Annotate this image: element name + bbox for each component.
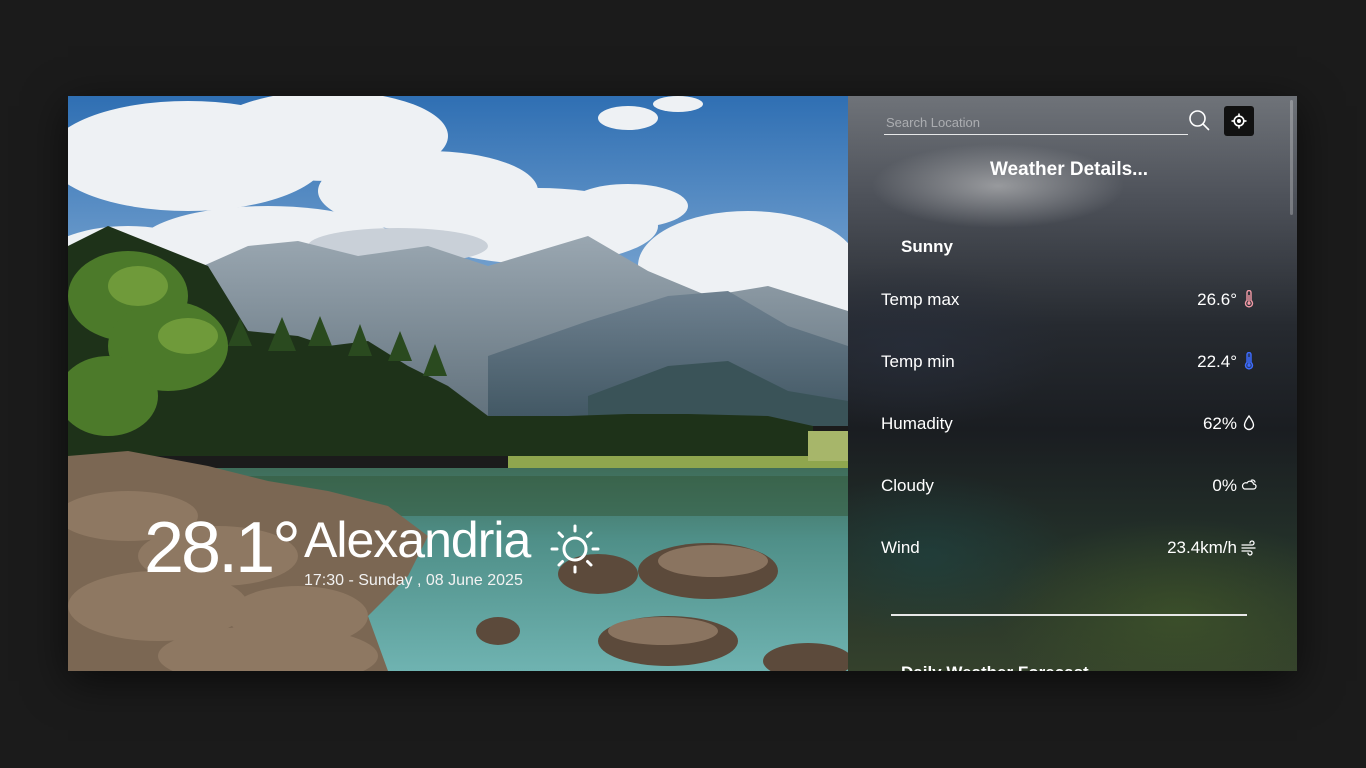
detail-value: 0%	[1212, 476, 1237, 495]
detail-row-wind: Wind 23.4km/h	[881, 536, 1257, 560]
detail-label: Humadity	[881, 414, 953, 433]
search-button[interactable]	[1188, 109, 1210, 131]
search-icon	[1189, 110, 1210, 131]
detail-value: 62%	[1202, 414, 1237, 433]
detail-label: Temp min	[881, 352, 955, 371]
current-temperature: 28.1°	[144, 508, 301, 588]
detail-label: Cloudy	[881, 476, 934, 495]
city-name: Alexandria	[304, 512, 531, 568]
background-landscape-image: 28.1° Alexandria 17:30 - Sunday , 08 Jun…	[68, 96, 848, 671]
weather-details-panel: Weather Details... Sunny Temp max 26.6° …	[848, 96, 1297, 671]
thermometer-hot-icon	[1244, 290, 1254, 308]
detail-row-cloudy: Cloudy 0%	[881, 474, 1257, 498]
search-location-input[interactable]	[884, 110, 1188, 135]
thermometer-cold-icon	[1244, 352, 1254, 370]
panel-scrollbar[interactable]	[1290, 100, 1293, 215]
detail-label: Wind	[881, 538, 920, 557]
current-weather: 28.1° Alexandria 17:30 - Sunday , 08 Jun…	[144, 506, 704, 606]
detail-value: 22.4°	[1197, 352, 1237, 371]
cloud-sun-icon	[1241, 479, 1257, 490]
section-divider	[891, 614, 1247, 616]
daily-forecast-title: Daily Weather Forecast	[901, 663, 1089, 671]
detail-value: 23.4km/h	[1167, 538, 1237, 557]
detail-row-temp-min: Temp min 22.4°	[881, 350, 1257, 374]
weather-details-title: Weather Details...	[989, 159, 1149, 180]
weather-app: 28.1° Alexandria 17:30 - Sunday , 08 Jun…	[68, 96, 1297, 671]
detail-label: Temp max	[881, 290, 960, 309]
current-location-button[interactable]	[1224, 106, 1254, 136]
crosshair-location-icon	[1231, 113, 1247, 129]
weather-condition: Sunny	[901, 237, 953, 256]
current-datetime: 17:30 - Sunday , 08 June 2025	[304, 572, 523, 589]
sun-icon	[550, 524, 600, 574]
wind-icon	[1241, 540, 1256, 556]
detail-row-humidity: Humadity 62%	[881, 412, 1257, 436]
droplet-icon	[1243, 414, 1255, 431]
detail-row-temp-max: Temp max 26.6°	[881, 288, 1257, 312]
detail-value: 26.6°	[1197, 290, 1237, 309]
